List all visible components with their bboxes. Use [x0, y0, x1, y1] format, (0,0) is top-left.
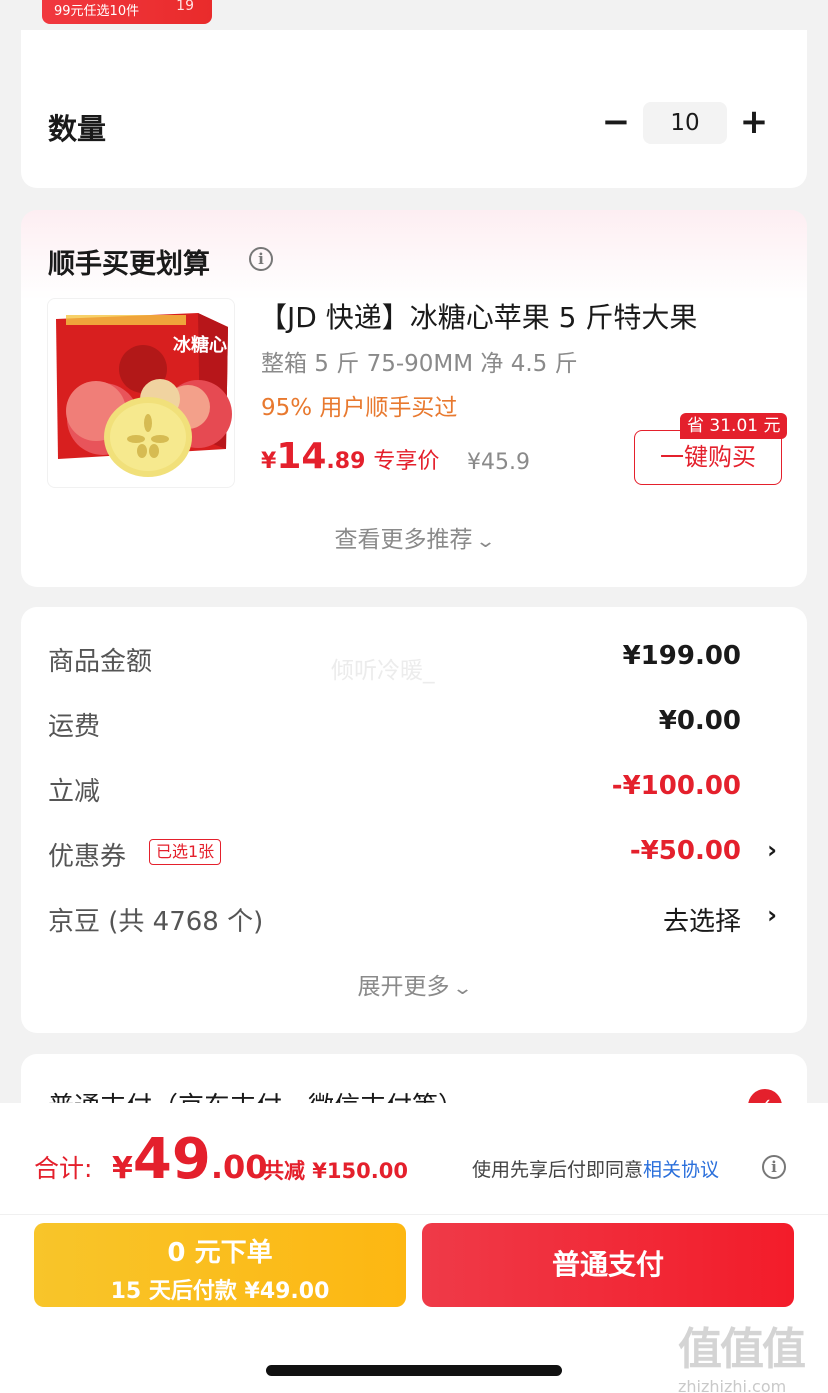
savings-badge: 省 31.01 元: [680, 413, 788, 439]
user-watermark: 倾听冷暖_: [331, 658, 435, 684]
instant-discount-label: 立减: [48, 777, 101, 807]
pay-later-line1: 0 元下单: [167, 1238, 273, 1268]
home-indicator[interactable]: [266, 1365, 562, 1376]
divider: [0, 1214, 828, 1215]
jd-beans-select[interactable]: 去选择: [663, 901, 741, 938]
price-tag: 专享价: [373, 449, 440, 474]
promo-badge-text: 99元任选10件: [54, 4, 140, 19]
quantity-label: 数量: [48, 112, 107, 146]
pay-later-line2: 15 天后付款 ¥49.00: [110, 1279, 330, 1304]
promo-badge[interactable]: 99元任选10件 19: [42, 0, 212, 24]
quantity-decrease-button[interactable]: −: [601, 104, 631, 140]
product-price: ¥14.89 专享价: [261, 436, 439, 477]
price-integer: 14: [276, 436, 327, 477]
site-watermark-logo: 值值值: [678, 1324, 806, 1375]
coupon-selected-tag: 已选1张: [149, 839, 222, 865]
info-icon[interactable]: i: [249, 247, 273, 271]
original-price: ¥45.9: [467, 450, 530, 475]
order-summary-card: 倾听冷暖_ 商品金额 ¥199.00 运费 ¥0.00 立减 -¥100.00 …: [21, 607, 807, 1033]
product-users-bought: 95% 用户顺手买过: [261, 395, 458, 421]
more-recommendations-link[interactable]: 查看更多推荐 ⌄: [21, 520, 807, 554]
recommend-card: 顺手买更划算 i 冰糖心 【JD 快递】冰糖心苹果 5 斤特大果 整箱 5 斤 …: [21, 210, 807, 587]
shipping-value: ¥0.00: [658, 706, 741, 736]
coupon-label[interactable]: 优惠券: [48, 836, 126, 873]
chevron-down-icon: ⌄: [475, 531, 497, 552]
agreement-prefix: 使用先享后付即同意: [472, 1159, 644, 1181]
pay-later-button[interactable]: 0 元下单 15 天后付款 ¥49.00: [34, 1223, 406, 1307]
promo-badge-num: 19: [176, 0, 194, 14]
coupon-value[interactable]: -¥50.00: [630, 836, 741, 866]
box-text: 冰糖心: [173, 334, 227, 356]
price-currency: ¥: [261, 449, 277, 474]
checkout-bar: 合计: ¥49.00 共减 ¥150.00 使用先享后付即同意相关协议 i 0 …: [0, 1103, 828, 1393]
quantity-increase-button[interactable]: +: [739, 102, 769, 142]
total-label: 合计:: [34, 1154, 93, 1183]
total-amount: ¥49.00: [112, 1127, 268, 1192]
site-watermark-url: zhizhizhi.com: [678, 1377, 787, 1393]
apple-box-illustration: 冰糖心: [56, 313, 232, 477]
total-decimal: .00: [210, 1148, 268, 1186]
chevron-right-icon[interactable]: ›: [767, 836, 777, 864]
quantity-card: 数量 − 10 +: [21, 30, 807, 188]
recommend-title: 顺手买更划算: [48, 249, 210, 280]
info-icon[interactable]: i: [762, 1155, 786, 1179]
chevron-right-icon[interactable]: ›: [767, 901, 777, 929]
total-currency: ¥: [112, 1151, 133, 1186]
product-image[interactable]: 冰糖心: [47, 298, 235, 488]
goods-amount-label: 商品金额: [48, 647, 153, 677]
goods-amount-value: ¥199.00: [622, 641, 741, 671]
normal-pay-button[interactable]: 普通支付: [422, 1223, 794, 1307]
jd-beans-label[interactable]: 京豆 (共 4768 个): [48, 901, 263, 938]
price-decimal: .89: [326, 449, 366, 474]
chevron-down-icon: ⌄: [452, 978, 474, 999]
site-watermark: 值值值 zhizhizhi.com: [678, 1313, 828, 1393]
instant-discount-value: -¥100.00: [611, 771, 741, 801]
expand-more-label: 展开更多: [357, 974, 450, 1000]
agreement-text: 使用先享后付即同意相关协议: [472, 1155, 719, 1182]
expand-more-link[interactable]: 展开更多 ⌄: [21, 967, 807, 1001]
shipping-label: 运费: [48, 712, 101, 742]
more-recommendations-label: 查看更多推荐: [334, 527, 473, 553]
total-saved: 共减 ¥150.00: [263, 1159, 408, 1183]
total-integer: 49: [132, 1127, 211, 1192]
product-name[interactable]: 【JD 快递】冰糖心苹果 5 斤特大果: [259, 296, 697, 336]
quantity-input[interactable]: 10: [643, 102, 727, 144]
agreement-link[interactable]: 相关协议: [643, 1159, 719, 1181]
product-spec: 整箱 5 斤 75-90MM 净 4.5 斤: [261, 351, 578, 377]
